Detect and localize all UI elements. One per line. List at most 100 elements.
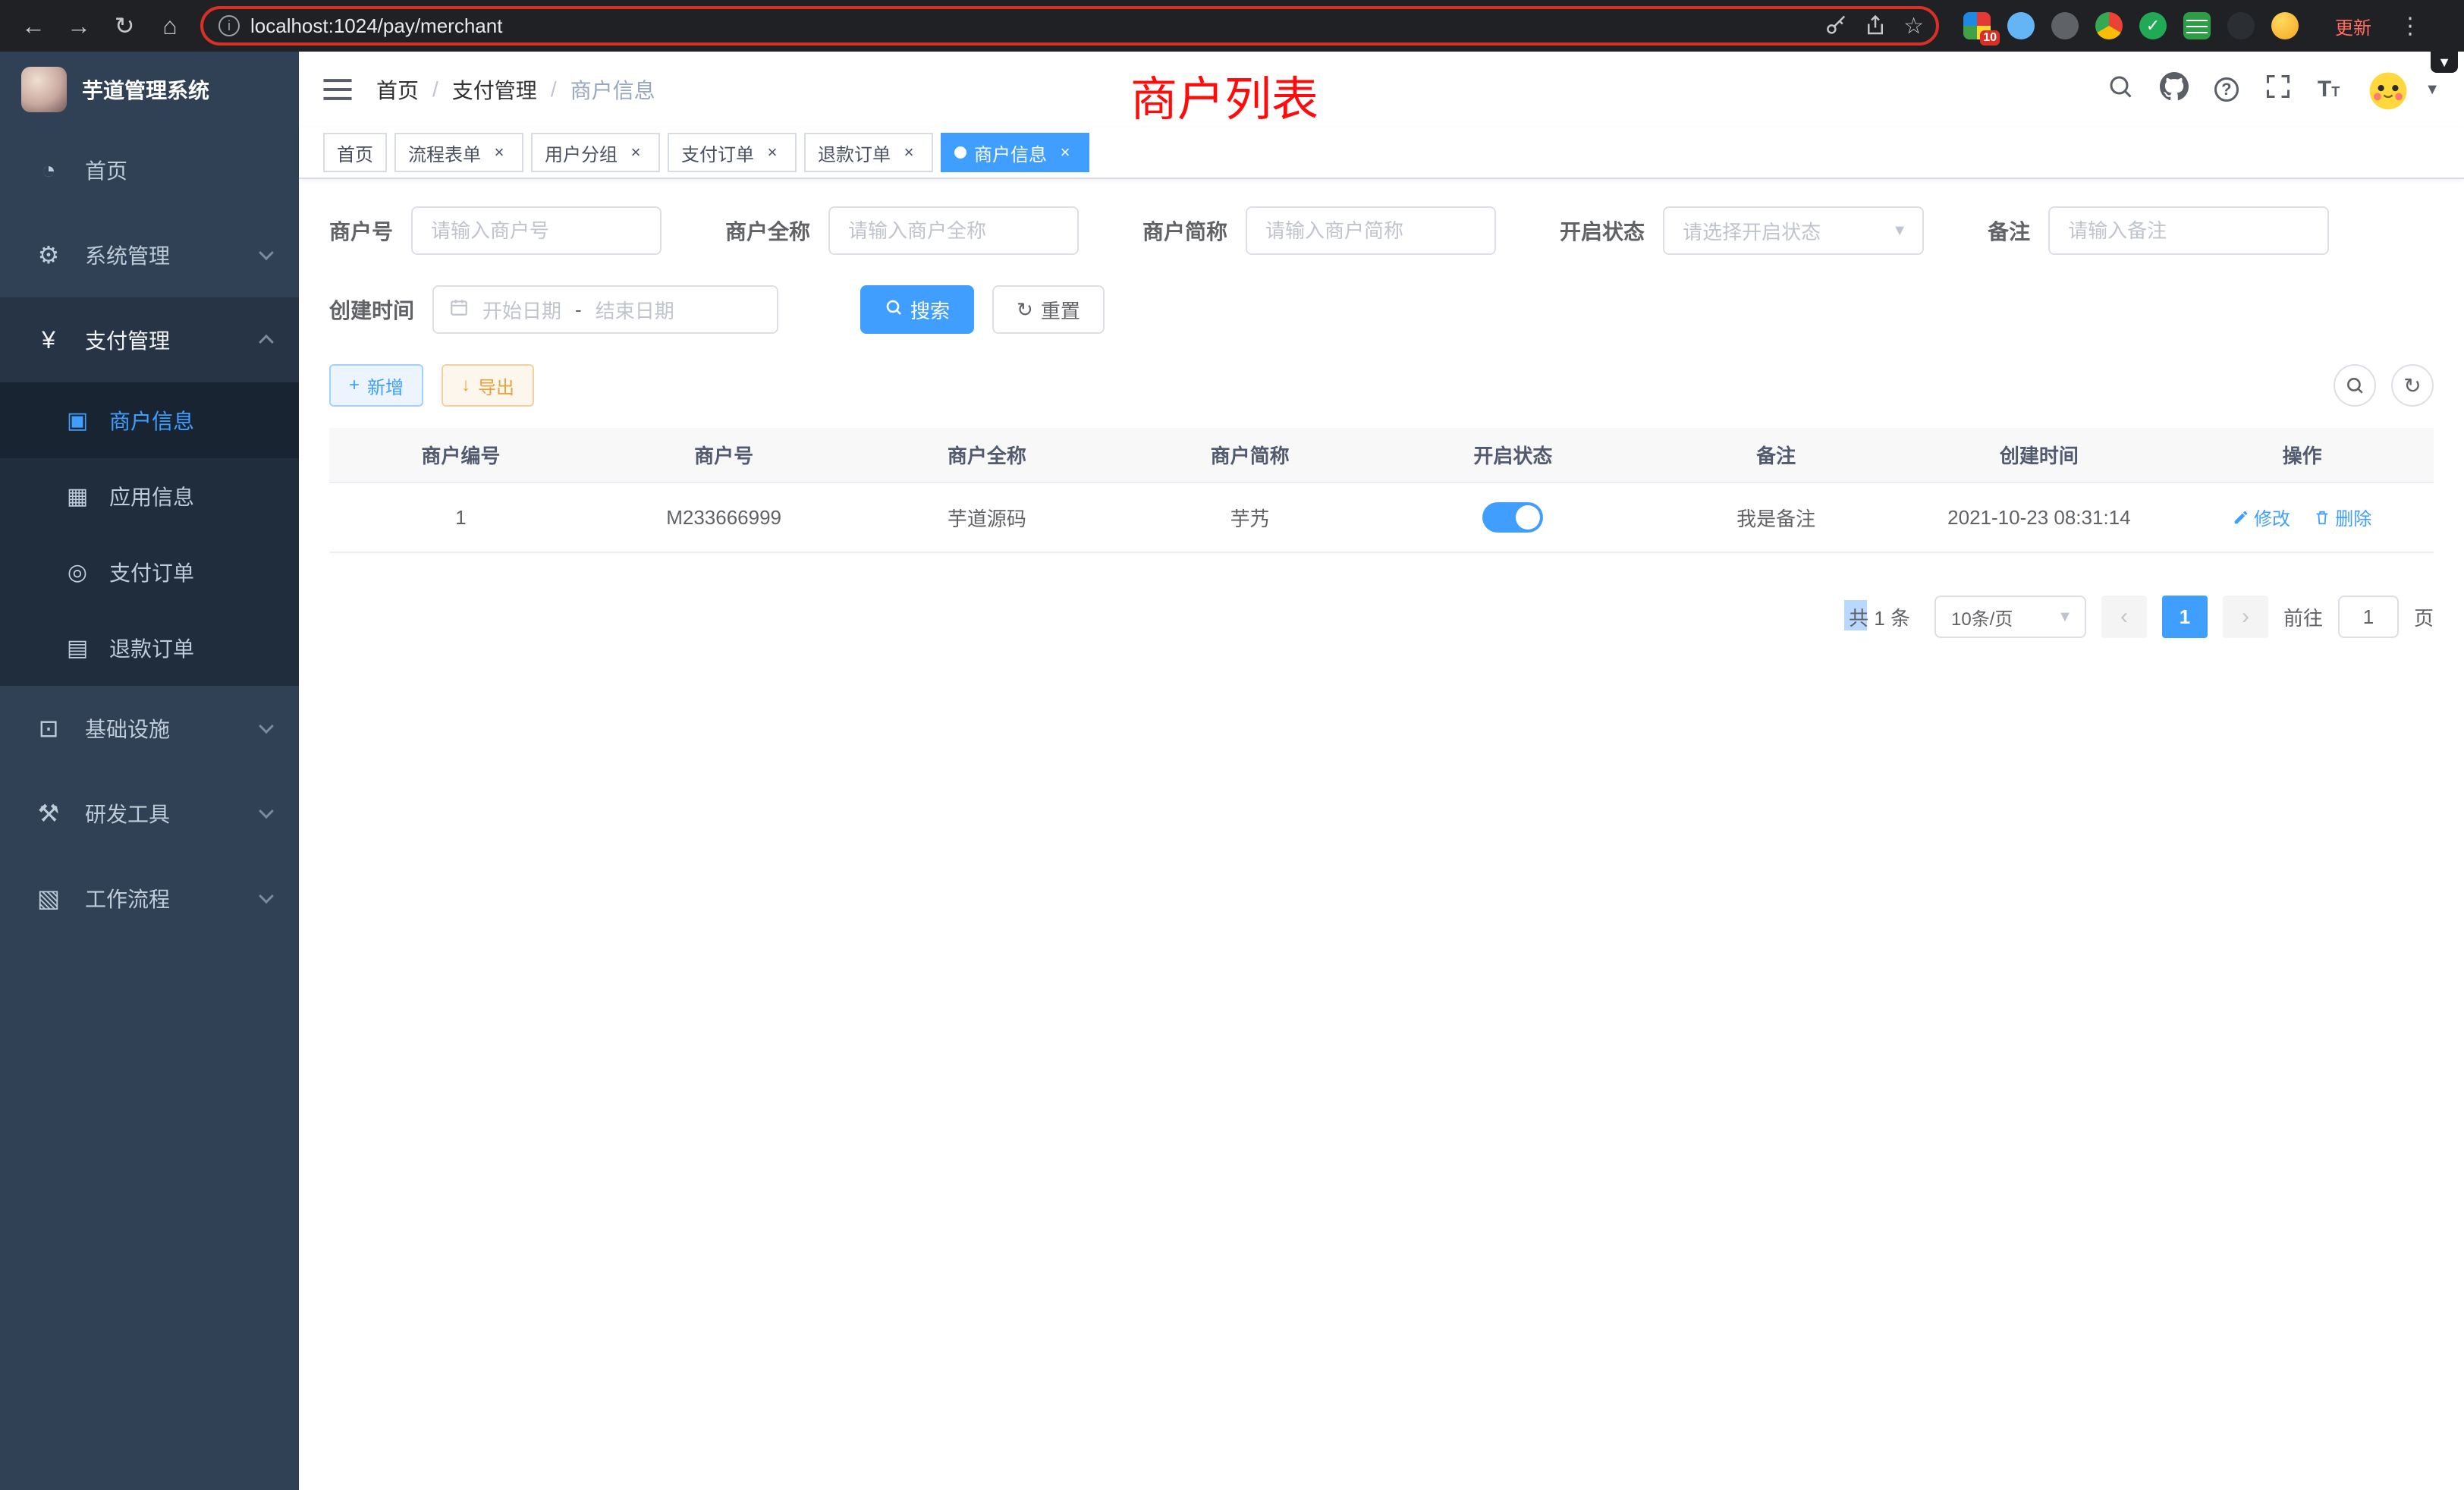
close-icon[interactable]: × xyxy=(489,142,510,163)
key-icon[interactable] xyxy=(1824,14,1847,37)
browser-menu-icon[interactable]: ⋮ xyxy=(2390,13,2431,39)
menu-label: 首页 xyxy=(85,155,127,185)
forward-icon[interactable]: → xyxy=(58,5,100,47)
refresh-table-button[interactable]: ↻ xyxy=(2391,364,2434,407)
active-dot xyxy=(954,146,966,159)
cell-actions: 修改 删除 xyxy=(2170,483,2434,552)
site-info-icon[interactable]: i xyxy=(218,15,240,36)
tab-merchant-info[interactable]: 商户信息 × xyxy=(941,133,1089,172)
date-range-picker[interactable]: 开始日期 - 结束日期 xyxy=(432,285,778,334)
toggle-search-button[interactable] xyxy=(2334,364,2376,407)
breadcrumb-payment[interactable]: 支付管理 xyxy=(452,74,537,105)
extension-icon[interactable] xyxy=(2095,12,2123,39)
bookmark-star-icon[interactable]: ☆ xyxy=(1903,13,1924,39)
tab-home[interactable]: 首页 xyxy=(323,133,387,172)
cell-merchant-no: M233666999 xyxy=(592,483,856,552)
sidebar-item-app-info[interactable]: ▦ 应用信息 xyxy=(0,458,299,534)
merchant-no-input[interactable] xyxy=(411,206,662,255)
status-toggle[interactable] xyxy=(1482,502,1543,533)
add-button[interactable]: + 新增 xyxy=(329,364,423,407)
remark-input[interactable] xyxy=(2048,206,2329,255)
help-icon[interactable]: ? xyxy=(2214,77,2239,102)
status-select[interactable]: 请选择开启状态 ▼ xyxy=(1663,206,1924,255)
breadcrumb: 首页 / 支付管理 / 商户信息 xyxy=(376,74,655,105)
tab-label: 首页 xyxy=(337,140,373,166)
column-header: 商户编号 xyxy=(329,428,592,483)
extension-icon[interactable]: ✓ xyxy=(2139,12,2167,39)
filter-short-name: 商户简称 xyxy=(1142,206,1496,255)
close-icon[interactable]: × xyxy=(625,142,646,163)
extension-icon[interactable] xyxy=(2007,12,2035,39)
chevron-down-icon: ▼ xyxy=(2057,608,2073,626)
sidebar-item-payment[interactable]: ¥ 支付管理 xyxy=(0,297,299,382)
browser-toolbar: ← → ↻ ⌂ i localhost:1024/pay/merchant ☆ … xyxy=(0,0,2464,52)
sidebar-item-dev-tools[interactable]: ⚒ 研发工具 xyxy=(0,771,299,856)
card-icon: ▣ xyxy=(61,407,94,434)
sidebar-toggle[interactable] xyxy=(323,77,352,102)
export-button[interactable]: ↓ 导出 xyxy=(442,364,534,407)
tab-refund-order[interactable]: 退款订单 × xyxy=(804,133,933,172)
font-size-icon[interactable]: TT xyxy=(2318,77,2340,102)
tab-user-group[interactable]: 用户分组 × xyxy=(531,133,660,172)
home-icon[interactable]: ⌂ xyxy=(149,5,191,47)
app-window: 芋道管理系统 ◔ 首页 ⚙ 系统管理 ¥ 支付管理 ▣ 商户信息 ▦ 应用信息 xyxy=(0,52,2464,1490)
logo-avatar xyxy=(21,67,67,112)
search-button[interactable]: 搜索 xyxy=(860,285,974,334)
close-icon[interactable]: × xyxy=(762,142,783,163)
share-icon[interactable] xyxy=(1864,14,1887,37)
sidebar-item-pay-order[interactable]: ◎ 支付订单 xyxy=(0,534,299,610)
search-icon[interactable] xyxy=(2107,73,2134,106)
edit-button[interactable]: 修改 xyxy=(2233,504,2290,530)
refresh-icon: ↻ xyxy=(1017,298,1033,322)
user-avatar[interactable] xyxy=(2365,67,2411,112)
sidebar-item-workflow[interactable]: ▧ 工作流程 xyxy=(0,856,299,941)
app-logo[interactable]: 芋道管理系统 xyxy=(0,52,299,127)
breadcrumb-home[interactable]: 首页 xyxy=(376,74,419,105)
browser-update-button[interactable]: 更新 xyxy=(2320,7,2387,46)
navbar-actions: ? TT ▼ xyxy=(2107,67,2440,112)
url-text[interactable]: localhost:1024/pay/merchant xyxy=(250,14,502,38)
full-name-input[interactable] xyxy=(828,206,1079,255)
cell-short-name: 芋艿 xyxy=(1118,483,1381,552)
back-icon[interactable]: ← xyxy=(12,5,55,47)
table-toolbar: + 新增 ↓ 导出 ↻ xyxy=(329,364,2434,407)
column-header: 商户全称 xyxy=(856,428,1119,483)
sidebar-item-system[interactable]: ⚙ 系统管理 xyxy=(0,212,299,297)
close-icon[interactable]: × xyxy=(1054,142,1076,163)
column-header: 备注 xyxy=(1645,428,1908,483)
next-page-button[interactable]: › xyxy=(2223,596,2268,638)
github-icon[interactable] xyxy=(2160,72,2189,107)
cell-status xyxy=(1381,483,1645,552)
extension-icon[interactable] xyxy=(2051,12,2079,39)
short-name-input[interactable] xyxy=(1246,206,1496,255)
tab-pay-order[interactable]: 支付订单 × xyxy=(668,133,797,172)
extension-icon[interactable] xyxy=(2183,12,2211,39)
pagination-total: 共 1 条 xyxy=(1849,603,1910,631)
table-tools: ↻ xyxy=(2334,364,2434,407)
browser-dropdown-caret[interactable]: ▼ xyxy=(2431,52,2458,73)
select-placeholder: 请选择开启状态 xyxy=(1683,217,1821,245)
reload-icon[interactable]: ↻ xyxy=(103,5,146,47)
tags-view-bar: 首页 流程表单 × 用户分组 × 支付订单 × 退款订单 × 商户信息 × xyxy=(299,127,2464,179)
delete-button[interactable]: 删除 xyxy=(2314,504,2371,530)
address-bar[interactable]: i localhost:1024/pay/merchant ☆ xyxy=(200,6,1939,46)
extension-icon[interactable]: 10 xyxy=(1963,12,1991,39)
sidebar-item-refund-order[interactable]: ▤ 退款订单 xyxy=(0,610,299,686)
page-number-button[interactable]: 1 xyxy=(2162,596,2208,638)
sidebar-item-merchant-info[interactable]: ▣ 商户信息 xyxy=(0,382,299,458)
browser-profile-avatar[interactable] xyxy=(2271,12,2299,39)
close-icon[interactable]: × xyxy=(898,142,919,163)
download-icon: ↓ xyxy=(461,375,470,396)
page-size-select[interactable]: 10条/页 ▼ xyxy=(1934,596,2086,638)
sidebar-item-infrastructure[interactable]: ⊡ 基础设施 xyxy=(0,686,299,771)
reset-button[interactable]: ↻ 重置 xyxy=(992,285,1105,334)
column-header: 商户简称 xyxy=(1118,428,1381,483)
tab-process-form[interactable]: 流程表单 × xyxy=(394,133,523,172)
extension-icon[interactable] xyxy=(2227,12,2255,39)
sidebar-item-home[interactable]: ◔ 首页 xyxy=(0,127,299,212)
caret-down-icon[interactable]: ▼ xyxy=(2425,81,2440,99)
grid-icon: ▦ xyxy=(61,483,94,510)
prev-page-button[interactable]: ‹ xyxy=(2101,596,2147,638)
fullscreen-icon[interactable] xyxy=(2264,73,2292,106)
goto-page-input[interactable] xyxy=(2338,596,2399,638)
